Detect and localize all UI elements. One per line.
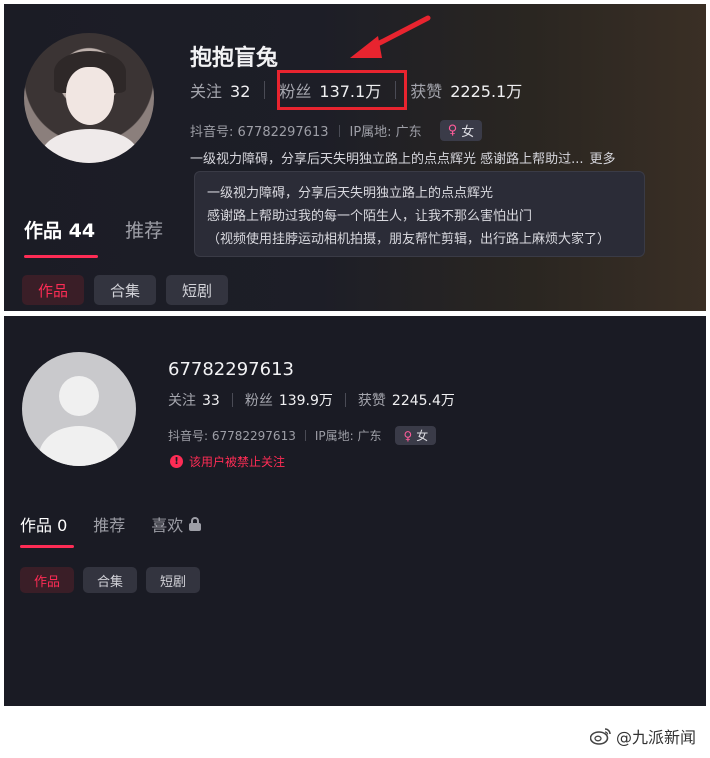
content-tabs: 作品 44 推荐 bbox=[24, 216, 163, 243]
female-icon: ♀ bbox=[447, 123, 458, 138]
following-stat[interactable]: 关注 32 bbox=[190, 78, 250, 102]
filter-chips: 作品 合集 短剧 bbox=[20, 567, 200, 593]
following-stat[interactable]: 关注 33 bbox=[168, 390, 220, 410]
meta-row: 抖音号: 67782297613 IP属地: 广东 ♀ 女 bbox=[190, 120, 483, 141]
bio-more-link[interactable]: 更多 bbox=[590, 152, 616, 167]
chip-short-dramas[interactable]: 短剧 bbox=[146, 567, 200, 593]
warning-icon: ! bbox=[170, 455, 183, 468]
ip-location: IP属地: 广东 bbox=[349, 125, 422, 140]
watermark: @九派新闻 bbox=[589, 724, 696, 748]
gender-badge: ♀ 女 bbox=[439, 120, 483, 141]
profile-name: 抱抱盲兔 bbox=[190, 46, 279, 71]
arrow-annotation-icon bbox=[350, 15, 431, 58]
weibo-icon bbox=[589, 728, 611, 745]
profile-panel-banned: 67782297613 关注 33 粉丝 139.9万 获赞 2245.4万 抖… bbox=[4, 316, 706, 706]
likes-stat: 获赞 2245.4万 bbox=[357, 393, 455, 409]
followers-highlight-box bbox=[277, 70, 407, 110]
meta-row: 抖音号: 67782297613 IP属地: 广东 ♀ 女 bbox=[168, 426, 437, 445]
ban-notice: ! 该用户被禁止关注 bbox=[170, 453, 285, 470]
stats-row: 关注 33 粉丝 139.9万 获赞 2245.4万 bbox=[168, 390, 455, 410]
likes-stat: 获赞 2225.1万 bbox=[410, 82, 523, 101]
female-icon: ♀ bbox=[403, 428, 413, 443]
douyin-id: 抖音号: 67782297613 bbox=[190, 125, 329, 140]
douyin-id: 抖音号: 67782297613 bbox=[168, 429, 296, 443]
content-tabs: 作品 0 推荐 喜欢 bbox=[20, 512, 202, 536]
chip-collections[interactable]: 合集 bbox=[94, 275, 156, 305]
lock-icon bbox=[189, 517, 202, 531]
tab-works[interactable]: 作品 0 bbox=[20, 512, 67, 536]
tab-active-underline bbox=[24, 255, 98, 258]
tab-active-underline bbox=[20, 545, 74, 548]
gender-badge: ♀ 女 bbox=[395, 426, 437, 445]
tab-recommend[interactable]: 推荐 bbox=[125, 216, 163, 243]
chip-short-dramas[interactable]: 短剧 bbox=[166, 275, 228, 305]
chip-works[interactable]: 作品 bbox=[22, 275, 84, 305]
profile-panel-original: 抱抱盲兔 关注 32 粉丝 137.1万 获赞 2225.1万 抖音号: 677… bbox=[4, 4, 706, 311]
profile-avatar[interactable] bbox=[24, 33, 154, 163]
chip-collections[interactable]: 合集 bbox=[83, 567, 137, 593]
chip-works[interactable]: 作品 bbox=[20, 567, 74, 593]
bio-preview: 一级视力障碍，分享后天失明独立路上的点点辉光 感谢路上帮助过... 更多 bbox=[190, 152, 616, 167]
tab-recommend[interactable]: 推荐 bbox=[93, 512, 125, 536]
bio-tooltip: 一级视力障碍，分享后天失明独立路上的点点辉光 感谢路上帮助过我的每一个陌生人，让… bbox=[194, 171, 645, 257]
ip-location: IP属地: 广东 bbox=[314, 429, 382, 443]
followers-stat[interactable]: 粉丝 139.9万 bbox=[245, 390, 333, 410]
tab-likes[interactable]: 喜欢 bbox=[151, 512, 202, 536]
filter-chips: 作品 合集 短剧 bbox=[22, 275, 228, 305]
profile-name: 67782297613 bbox=[168, 359, 294, 380]
tab-works[interactable]: 作品 44 bbox=[24, 216, 95, 243]
default-avatar-icon[interactable] bbox=[22, 352, 136, 466]
